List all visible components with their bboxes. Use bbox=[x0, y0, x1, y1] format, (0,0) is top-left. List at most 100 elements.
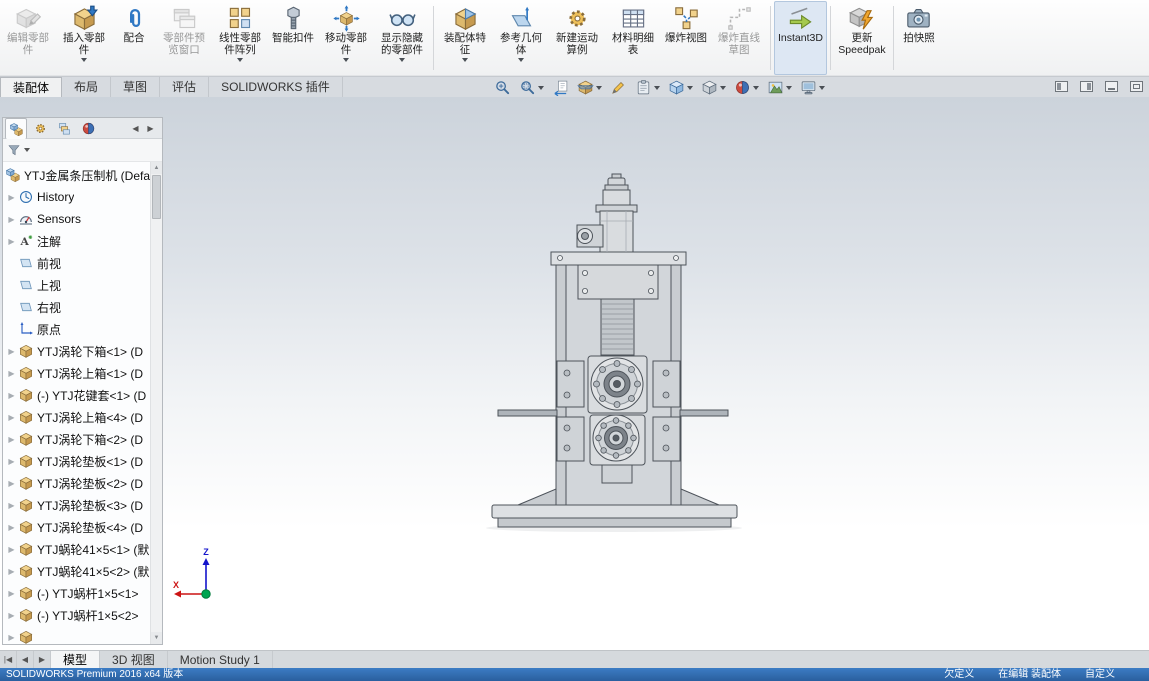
tree-item-component[interactable]: YTJ涡轮上箱<4> (D bbox=[3, 406, 162, 428]
cmd-exploded-view-button[interactable]: 爆炸视图 bbox=[661, 1, 711, 75]
chevron-down-icon[interactable] bbox=[237, 58, 243, 62]
chevron-down-icon[interactable] bbox=[462, 58, 468, 62]
tree-item-top-plane[interactable]: 上视 bbox=[3, 274, 162, 296]
expand-caret-icon[interactable] bbox=[5, 611, 18, 620]
tab-evaluate[interactable]: 评估 bbox=[160, 77, 209, 97]
cmd-move-component-button[interactable]: 移动零部件 bbox=[318, 1, 374, 75]
panel-tab-scroll-left-button[interactable] bbox=[129, 121, 142, 136]
chevron-down-icon[interactable] bbox=[538, 86, 544, 90]
tree-item-component[interactable]: YTJ涡轮上箱<1> (D bbox=[3, 362, 162, 384]
chevron-down-icon[interactable] bbox=[518, 58, 524, 62]
tree-item-component[interactable]: YTJ涡轮垫板<1> (D bbox=[3, 450, 162, 472]
tree-item-component[interactable]: YTJ涡轮垫板<4> (D bbox=[3, 516, 162, 538]
expand-caret-icon[interactable] bbox=[5, 501, 18, 510]
chevron-down-icon[interactable] bbox=[819, 86, 825, 90]
property-manager-tab[interactable] bbox=[29, 119, 51, 138]
filter-funnel-icon[interactable] bbox=[7, 143, 21, 157]
annotation-view-button[interactable] bbox=[608, 79, 629, 96]
tab-solidworks-addins[interactable]: SOLIDWORKS 插件 bbox=[209, 77, 343, 97]
cmd-instant3d-button[interactable]: Instant3D bbox=[774, 1, 827, 75]
graphics-area[interactable]: Z X Y bbox=[0, 97, 1149, 650]
zoom-area-button[interactable] bbox=[517, 79, 546, 96]
tree-item-component[interactable]: YTJ涡轮下箱<1> (D bbox=[3, 340, 162, 362]
tab-sketch[interactable]: 草图 bbox=[111, 77, 160, 97]
expand-caret-icon[interactable] bbox=[5, 215, 18, 224]
chevron-down-icon[interactable] bbox=[596, 86, 602, 90]
doc-window-minimize-button[interactable] bbox=[1105, 81, 1118, 92]
tree-item-right-plane[interactable]: 右视 bbox=[3, 296, 162, 318]
expand-caret-icon[interactable] bbox=[5, 457, 18, 466]
cmd-insert-component-button[interactable]: 插入零部件 bbox=[56, 1, 112, 75]
cmd-smart-fasteners-button[interactable]: 智能扣件 bbox=[268, 1, 318, 75]
previous-view-button[interactable] bbox=[550, 79, 571, 96]
cmd-take-snapshot-button[interactable]: 拍快照 bbox=[897, 1, 941, 75]
next-tab-button[interactable] bbox=[34, 651, 51, 668]
assembly-model-view[interactable]: Z X bbox=[0, 97, 1149, 650]
tree-item-sensors[interactable]: Sensors bbox=[3, 208, 162, 230]
tree-scrollbar[interactable] bbox=[150, 162, 162, 644]
chevron-down-icon[interactable] bbox=[399, 58, 405, 62]
expand-caret-icon[interactable] bbox=[5, 633, 18, 642]
expand-caret-icon[interactable] bbox=[5, 413, 18, 422]
apply-scene-button[interactable] bbox=[765, 79, 794, 96]
view-selector-button[interactable] bbox=[633, 79, 662, 96]
zoom-fit-button[interactable] bbox=[492, 79, 513, 96]
expand-caret-icon[interactable] bbox=[5, 523, 18, 532]
expand-caret-icon[interactable] bbox=[5, 545, 18, 554]
expand-caret-icon[interactable] bbox=[5, 237, 18, 246]
expand-caret-icon[interactable] bbox=[5, 567, 18, 576]
tree-item-history[interactable]: History bbox=[3, 186, 162, 208]
chevron-down-icon[interactable] bbox=[654, 86, 660, 90]
expand-caret-icon[interactable] bbox=[5, 589, 18, 598]
expand-caret-icon[interactable] bbox=[5, 435, 18, 444]
tree-item-partial[interactable] bbox=[3, 626, 162, 644]
view-orientation-button[interactable] bbox=[666, 79, 695, 96]
tab-3d-views[interactable]: 3D 视图 bbox=[100, 651, 168, 668]
section-view-button[interactable] bbox=[575, 79, 604, 96]
configuration-manager-tab[interactable] bbox=[53, 119, 75, 138]
cmd-mate-button[interactable]: 配合 bbox=[112, 1, 156, 75]
cmd-assembly-features-button[interactable]: 装配体特征 bbox=[437, 1, 493, 75]
chevron-down-icon[interactable] bbox=[786, 86, 792, 90]
previous-tab-button[interactable] bbox=[17, 651, 34, 668]
cmd-edit-component-button[interactable]: 编辑零部件 bbox=[0, 1, 56, 75]
panel-tab-scroll-right-button[interactable] bbox=[144, 121, 157, 136]
first-tab-button[interactable] bbox=[0, 651, 17, 668]
cmd-new-motion-study-button[interactable]: 新建运动算例 bbox=[549, 1, 605, 75]
chevron-down-icon[interactable] bbox=[687, 86, 693, 90]
chevron-down-icon[interactable] bbox=[81, 58, 87, 62]
status-custom-button[interactable]: 自定义 bbox=[1085, 668, 1115, 681]
tree-item-component[interactable]: (-) YTJ蜗杆1×5<1> bbox=[3, 582, 162, 604]
chevron-down-icon[interactable] bbox=[720, 86, 726, 90]
display-style-button[interactable] bbox=[699, 79, 728, 96]
tree-item-component[interactable]: (-) YTJ蜗杆1×5<2> bbox=[3, 604, 162, 626]
display-manager-tab[interactable] bbox=[77, 119, 99, 138]
cmd-show-hidden-components-button[interactable]: 显示隐藏的零部件 bbox=[374, 1, 430, 75]
chevron-down-icon[interactable] bbox=[343, 58, 349, 62]
cmd-component-preview-button[interactable]: 零部件预览窗口 bbox=[156, 1, 212, 75]
tree-item-component[interactable]: YTJ涡轮垫板<2> (D bbox=[3, 472, 162, 494]
expand-caret-icon[interactable] bbox=[5, 391, 18, 400]
tree-item-origin[interactable]: 原点 bbox=[3, 318, 162, 340]
tree-item-annotations[interactable]: 注解 bbox=[3, 230, 162, 252]
tree-item-component[interactable]: YTJ蜗轮41×5<2> (默 bbox=[3, 560, 162, 582]
cmd-explode-line-sketch-button[interactable]: 爆炸直线草图 bbox=[711, 1, 767, 75]
tree-item-component[interactable]: YTJ涡轮下箱<2> (D bbox=[3, 428, 162, 450]
scrollbar-thumb[interactable] bbox=[152, 175, 161, 219]
tree-item-component[interactable]: YTJ涡轮垫板<3> (D bbox=[3, 494, 162, 516]
press-machine-model[interactable] bbox=[486, 174, 742, 532]
scroll-up-icon[interactable] bbox=[151, 162, 162, 174]
cmd-linear-pattern-button[interactable]: 线性零部件阵列 bbox=[212, 1, 268, 75]
chevron-down-icon[interactable] bbox=[753, 86, 759, 90]
scroll-down-icon[interactable] bbox=[151, 632, 162, 644]
tab-layout[interactable]: 布局 bbox=[62, 77, 111, 97]
chevron-down-icon[interactable] bbox=[24, 148, 30, 152]
tree-item-component[interactable]: YTJ蜗轮41×5<1> (默 bbox=[3, 538, 162, 560]
expand-caret-icon[interactable] bbox=[5, 369, 18, 378]
cmd-reference-geometry-button[interactable]: 参考几何体 bbox=[493, 1, 549, 75]
doc-window-restore-button[interactable] bbox=[1130, 81, 1143, 92]
tree-item-root[interactable]: YTJ金属条压制机 (Defau bbox=[3, 164, 162, 186]
expand-caret-icon[interactable] bbox=[5, 347, 18, 356]
tree-item-front-plane[interactable]: 前视 bbox=[3, 252, 162, 274]
expand-caret-icon[interactable] bbox=[5, 193, 18, 202]
